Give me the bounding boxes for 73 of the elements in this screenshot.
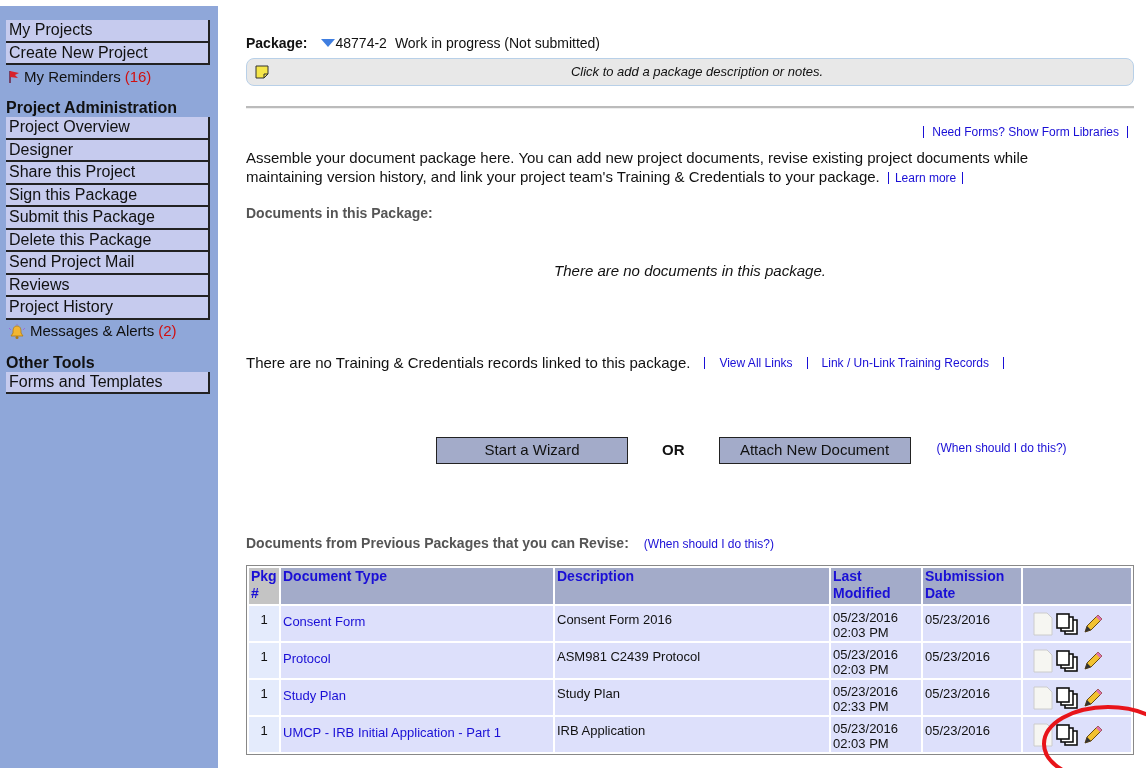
- notes-prompt: Click to add a package description or notes.: [569, 63, 825, 82]
- column-header[interactable]: Submission Date: [923, 568, 1021, 604]
- dropdown-caret-icon[interactable]: [321, 38, 336, 48]
- training-link[interactable]: View All Links: [719, 353, 793, 372]
- count-label: (16): [124, 66, 152, 87]
- table-cell: IRB Application: [555, 717, 829, 752]
- table-cell: 05/23/2016: [923, 680, 1021, 715]
- table-cell: 1: [249, 606, 279, 641]
- count-label: (2): [158, 321, 177, 342]
- column-header[interactable]: Document Type: [281, 568, 553, 604]
- table-cell: 05/23/2016 02:03 PM: [831, 717, 921, 752]
- empty-message: There are no documents in this package.: [553, 261, 827, 281]
- pencil-icon[interactable]: [1083, 724, 1103, 745]
- copy-icon[interactable]: [1056, 722, 1080, 747]
- form-libraries-link[interactable]: Need Forms? Show Form Libraries: [932, 123, 1119, 141]
- copy-icon[interactable]: [1056, 685, 1080, 710]
- pencil-icon[interactable]: [1083, 650, 1103, 671]
- sidebar-item[interactable]: Forms and Templates: [6, 371, 210, 394]
- sidebar-item[interactable]: Submit this Package: [6, 207, 210, 230]
- package-label: Package:: [246, 33, 308, 53]
- training-link[interactable]: Link / Un-Link Training Records: [821, 353, 989, 372]
- help-link[interactable]: (When should I do this?): [936, 438, 1067, 457]
- help-link[interactable]: (When should I do this?): [643, 534, 774, 553]
- intro-paragraph: Assemble your document package here. You can add new project documents, revise existing project documents while maintaining version history, and link your project team's Training & Credentials to your package. Learn more: [246, 148, 1030, 187]
- table-cell: 05/23/2016 02:33 PM: [831, 680, 921, 715]
- column-header[interactable]: Last Modified: [831, 568, 921, 604]
- table-cell: 05/23/2016 02:03 PM: [831, 606, 921, 641]
- flag-icon: [8, 70, 20, 84]
- copy-icon[interactable]: [1056, 648, 1080, 673]
- sidebar-item[interactable]: Create New Project: [6, 42, 210, 65]
- table-cell: 1: [249, 680, 279, 715]
- sidebar-item[interactable]: Project Overview: [6, 117, 210, 140]
- notes-bar[interactable]: Click to add a package description or notes.: [246, 58, 1134, 86]
- or-label: OR: [662, 440, 685, 461]
- section-heading: Project Administration: [6, 99, 178, 117]
- package-number: 48774-2: [335, 33, 387, 53]
- table-cell: Study Plan: [555, 680, 829, 715]
- sidebar-item[interactable]: Designer: [6, 139, 210, 162]
- table-cell: 05/23/2016: [923, 643, 1021, 678]
- sidebar-item[interactable]: Project History: [6, 297, 210, 320]
- column-header[interactable]: Pkg #: [249, 568, 279, 604]
- sidebar-item[interactable]: Sign this Package: [6, 184, 210, 207]
- section-heading: Other Tools: [6, 353, 96, 372]
- table-cell: 05/23/2016 02:03 PM: [831, 643, 921, 678]
- copy-icon[interactable]: [1056, 611, 1080, 636]
- sidebar-item[interactable]: Share this Project: [6, 162, 210, 185]
- table-cell: ASM981 C2439 Protocol: [555, 643, 829, 678]
- sidebar-link[interactable]: My Reminders: [24, 65, 121, 89]
- sidebar-item[interactable]: Reviews: [6, 274, 210, 297]
- table-cell: 05/23/2016: [923, 717, 1021, 752]
- wizard-button[interactable]: Start a Wizard: [436, 437, 628, 464]
- table-cell: 1: [249, 717, 279, 752]
- sidebar-item[interactable]: Delete this Package: [6, 229, 210, 252]
- bell-icon: [8, 323, 26, 340]
- table-cell: 1: [249, 643, 279, 678]
- document-link[interactable]: Protocol: [283, 651, 331, 666]
- package-status: Work in progress (Not submitted): [394, 33, 600, 53]
- pencil-icon[interactable]: [1083, 613, 1103, 634]
- sticky-note-icon: [255, 65, 269, 79]
- column-header[interactable]: Description: [555, 568, 829, 604]
- table-cell: 05/23/2016: [923, 606, 1021, 641]
- section-heading: Documents from Previous Packages that you can Revise:: [246, 534, 629, 553]
- attach-document-button[interactable]: Attach New Document: [718, 437, 911, 464]
- table-cell: Consent Form 2016: [555, 606, 829, 641]
- section-heading: Documents in this Package:: [246, 204, 434, 223]
- training-message: There are no Training & Credentials records linked to this package.: [246, 352, 691, 373]
- document-link[interactable]: Study Plan: [283, 688, 346, 703]
- sidebar-item[interactable]: My Projects: [6, 20, 210, 43]
- pencil-icon[interactable]: [1083, 687, 1103, 708]
- sidebar-link[interactable]: Messages & Alerts: [30, 320, 155, 343]
- learn-more-link[interactable]: Learn more: [894, 171, 957, 185]
- document-link[interactable]: Consent Form: [283, 614, 366, 629]
- sidebar-item[interactable]: Send Project Mail: [6, 252, 210, 275]
